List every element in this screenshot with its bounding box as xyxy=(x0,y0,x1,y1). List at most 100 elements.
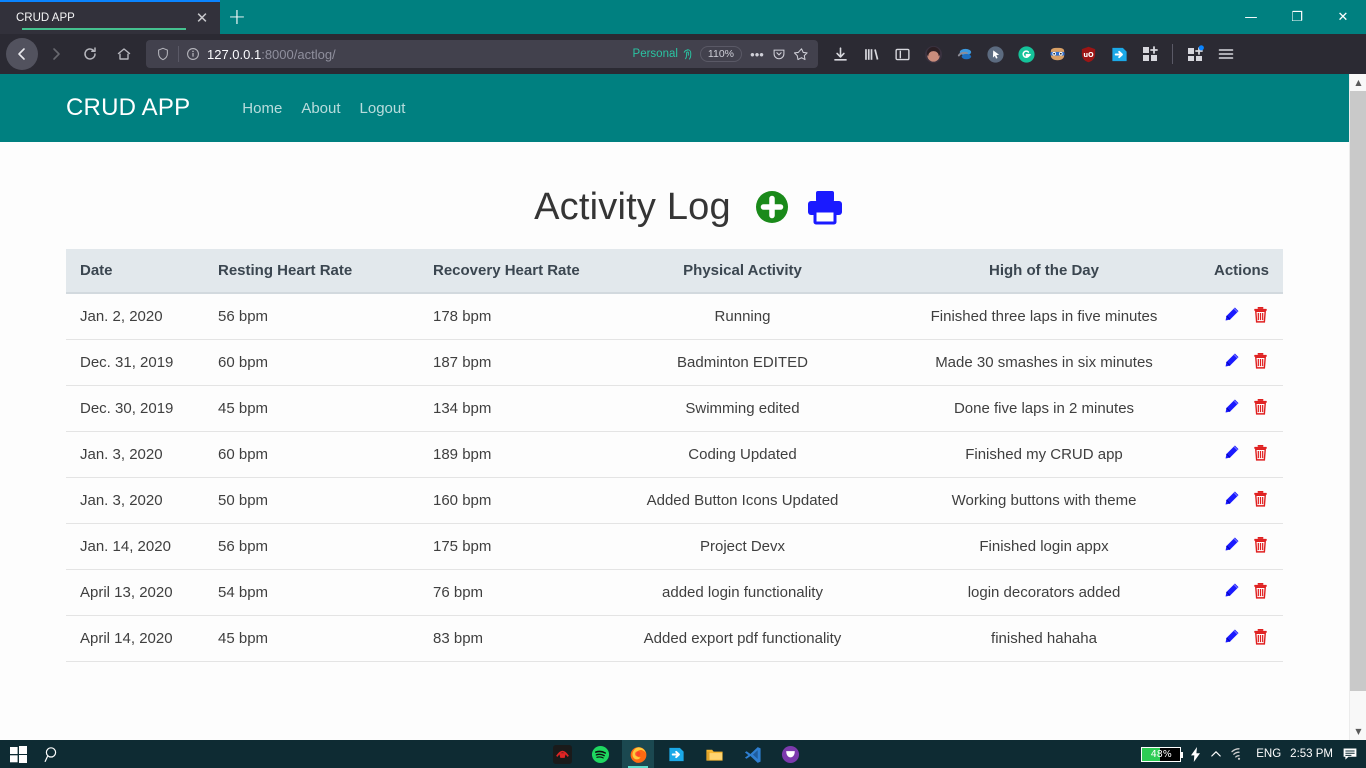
edit-record-icon[interactable] xyxy=(1223,398,1240,419)
file-explorer-icon[interactable] xyxy=(698,740,730,768)
delete-record-icon[interactable] xyxy=(1252,536,1269,557)
forward-icon[interactable] xyxy=(40,38,72,70)
clipper-icon[interactable] xyxy=(950,40,978,68)
browser-tab-crud-app[interactable]: CRUD APP ✕ xyxy=(0,0,220,34)
cell-recovery-heart-rate: 83 bpm xyxy=(421,615,596,662)
cursor-icon[interactable] xyxy=(981,40,1009,68)
taskbar-search-icon[interactable] xyxy=(40,742,64,766)
system-tray: 48% ENG 2:53 PM xyxy=(1141,740,1366,768)
url-path: :8000/actlog/ xyxy=(261,46,336,62)
table-row: Jan. 2, 2020 56 bpm 178 bpm Running Finished… xyxy=(66,293,1283,340)
scroll-up-arrow-icon[interactable]: ▲ xyxy=(1350,74,1366,91)
url-text[interactable]: 127.0.0.1:8000/actlog/ xyxy=(203,47,633,62)
delete-record-icon[interactable] xyxy=(1252,628,1269,649)
tab-close-icon[interactable]: ✕ xyxy=(192,8,212,28)
tab-loading-underline xyxy=(22,28,186,30)
container-fingerprint-icon xyxy=(683,48,692,60)
export-icon[interactable] xyxy=(1105,40,1133,68)
scrollbar-thumb[interactable] xyxy=(1350,91,1366,691)
cell-recovery-heart-rate: 160 bpm xyxy=(421,477,596,524)
tray-chevron-up-icon[interactable] xyxy=(1210,748,1222,760)
spotify-icon[interactable] xyxy=(584,740,616,768)
column-header-activity: Physical Activity xyxy=(596,249,889,294)
edit-record-icon[interactable] xyxy=(1223,490,1240,511)
row-action-group xyxy=(1211,352,1269,373)
bookmark-star-icon[interactable] xyxy=(790,47,812,62)
back-icon[interactable] xyxy=(6,38,38,70)
sidebar-icon[interactable] xyxy=(888,40,916,68)
language-indicator[interactable]: ENG xyxy=(1256,748,1281,760)
site-navbar: CRUD APP Home About Logout xyxy=(0,74,1349,142)
edit-record-icon[interactable] xyxy=(1223,352,1240,373)
vscode-icon[interactable] xyxy=(736,740,768,768)
cell-high-of-the-day: Working buttons with theme xyxy=(889,477,1199,524)
page-actions-icon[interactable]: ••• xyxy=(746,47,768,62)
app-menu-icon[interactable] xyxy=(1212,40,1240,68)
tab-strip: CRUD APP ✕ + — ❐ ✕ xyxy=(0,0,1366,34)
grammarly-icon[interactable] xyxy=(1012,40,1040,68)
wifi-icon[interactable] xyxy=(1231,747,1247,761)
cell-recovery-heart-rate: 187 bpm xyxy=(421,339,596,386)
purple-app-icon[interactable] xyxy=(774,740,806,768)
page-viewport: CRUD APP Home About Logout Activity Log xyxy=(0,74,1366,740)
tracking-protection-shield-icon[interactable] xyxy=(152,47,174,61)
edit-record-icon[interactable] xyxy=(1223,628,1240,649)
column-header-resting: Resting Heart Rate xyxy=(206,249,421,294)
close-window-icon[interactable]: ✕ xyxy=(1320,0,1366,34)
new-tab-button[interactable]: + xyxy=(220,0,254,34)
clock-time[interactable]: 2:53 PM xyxy=(1290,748,1333,760)
delete-record-icon[interactable] xyxy=(1252,398,1269,419)
container-badge[interactable]: Personal xyxy=(633,48,700,61)
table-row: April 13, 2020 54 bpm 76 bpm added login fu… xyxy=(66,569,1283,616)
cell-recovery-heart-rate: 76 bpm xyxy=(421,569,596,616)
ublock-origin-icon[interactable]: uO xyxy=(1074,40,1102,68)
downloads-icon[interactable] xyxy=(826,40,854,68)
cell-physical-activity: added login functionality xyxy=(596,569,889,616)
delete-record-icon[interactable] xyxy=(1252,582,1269,603)
zoom-level-badge[interactable]: 110% xyxy=(699,46,742,62)
delete-record-icon[interactable] xyxy=(1252,444,1269,465)
notification-icon[interactable] xyxy=(1342,746,1358,762)
table-row: April 14, 2020 45 bpm 83 bpm Added export p… xyxy=(66,615,1283,662)
edit-record-icon[interactable] xyxy=(1223,444,1240,465)
row-action-group xyxy=(1211,536,1269,557)
delete-record-icon[interactable] xyxy=(1252,306,1269,327)
address-bar[interactable]: 127.0.0.1:8000/actlog/ Personal 110% ••• xyxy=(146,40,818,68)
library-icon[interactable] xyxy=(857,40,885,68)
goggles-icon[interactable] xyxy=(1043,40,1071,68)
page-scrollbar[interactable]: ▲ ▼ xyxy=(1349,74,1366,740)
delete-record-icon[interactable] xyxy=(1252,490,1269,511)
account-avatar-icon[interactable] xyxy=(919,40,947,68)
nav-link-logout[interactable]: Logout xyxy=(360,100,406,117)
print-records-icon[interactable] xyxy=(805,188,845,231)
column-header-high: High of the Day xyxy=(889,249,1199,294)
site-info-icon[interactable] xyxy=(183,47,203,61)
windows-taskbar: 48% ENG 2:53 PM xyxy=(0,740,1366,768)
cell-actions xyxy=(1199,293,1283,340)
pocket-icon[interactable] xyxy=(768,47,790,61)
apps-add-icon[interactable] xyxy=(1136,40,1164,68)
edit-record-icon[interactable] xyxy=(1223,536,1240,557)
scroll-down-arrow-icon[interactable]: ▼ xyxy=(1350,723,1366,740)
edit-record-icon[interactable] xyxy=(1223,306,1240,327)
nav-link-home[interactable]: Home xyxy=(242,100,282,117)
minimize-icon[interactable]: — xyxy=(1228,0,1274,34)
home-icon[interactable] xyxy=(108,38,140,70)
export-app-icon[interactable] xyxy=(660,740,692,768)
reload-icon[interactable] xyxy=(74,38,106,70)
restore-icon[interactable]: ❐ xyxy=(1274,0,1320,34)
scrollbar-track[interactable] xyxy=(1350,91,1366,723)
nav-link-about[interactable]: About xyxy=(301,100,340,117)
extensions-badge-icon[interactable] xyxy=(1181,40,1209,68)
cell-date: Jan. 2, 2020 xyxy=(66,293,206,340)
cell-date: Jan. 3, 2020 xyxy=(66,431,206,478)
firefox-icon[interactable] xyxy=(622,740,654,768)
activity-log-table: Date Resting Heart Rate Recovery Heart R… xyxy=(66,249,1283,662)
site-brand[interactable]: CRUD APP xyxy=(66,94,190,122)
delete-record-icon[interactable] xyxy=(1252,352,1269,373)
red-app-icon[interactable] xyxy=(546,740,578,768)
edit-record-icon[interactable] xyxy=(1223,582,1240,603)
add-record-icon[interactable] xyxy=(753,188,791,231)
battery-indicator[interactable]: 48% xyxy=(1141,746,1184,762)
start-menu-icon[interactable] xyxy=(6,742,30,766)
